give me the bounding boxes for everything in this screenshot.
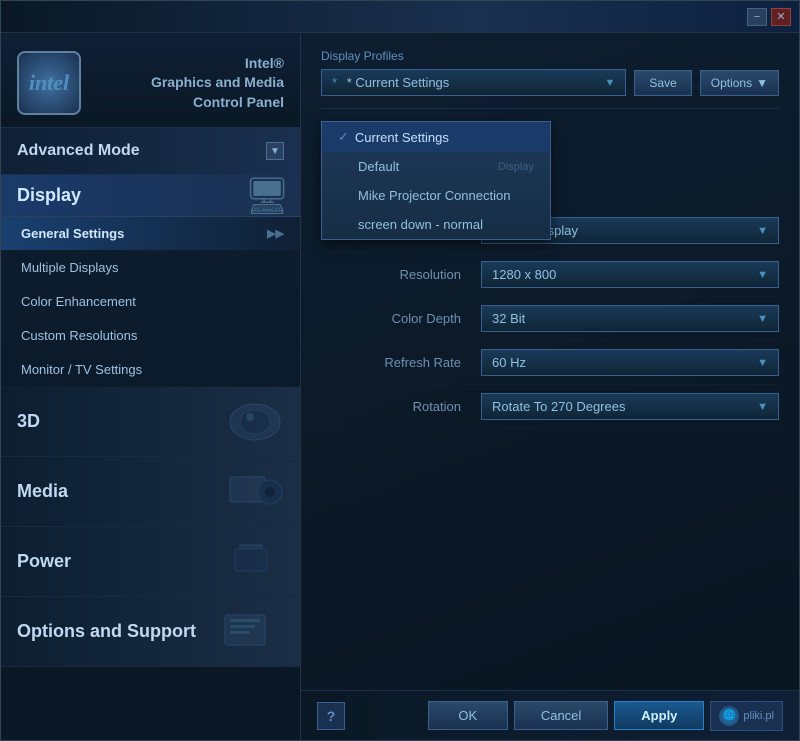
apply-button[interactable]: Apply [614, 701, 704, 730]
app-title-line3: Control Panel [95, 93, 284, 113]
setting-row-refresh: Refresh Rate 60 Hz ▼ [321, 341, 779, 385]
settings-divider [321, 108, 779, 109]
options-btn-label: Options [711, 76, 752, 90]
app-title-line2: Graphics and Media [95, 73, 284, 93]
sidebar-item-custom-resolutions[interactable]: Custom Resolutions [1, 319, 300, 353]
color-depth-arrow: ▼ [757, 313, 768, 325]
intel-logo: intel [17, 51, 81, 115]
sidebar-section-power[interactable]: Power [1, 527, 300, 597]
close-button[interactable]: ✕ [771, 8, 791, 26]
panel-content: Display Profiles * * Current Settings ▼ … [301, 33, 799, 690]
dropdown-item-mike[interactable]: Mike Projector Connection [322, 181, 550, 210]
setting-row-rotation: Rotation Rotate To 270 Degrees ▼ [321, 385, 779, 429]
rotation-arrow: ▼ [757, 401, 768, 413]
profiles-row: * * Current Settings ▼ Save Options ▼ [321, 69, 779, 96]
logo-area: intel Intel® Graphics and Media Control … [1, 33, 300, 128]
main-content: intel Intel® Graphics and Media Control … [1, 33, 799, 740]
right-panel: Display Profiles * * Current Settings ▼ … [301, 33, 799, 740]
profiles-section: Display Profiles * * Current Settings ▼ … [321, 49, 779, 96]
display-arrow: ▼ [757, 225, 768, 237]
refresh-label: Refresh Rate [321, 355, 481, 370]
options-label: Options and Support [17, 621, 196, 642]
profiles-dropdown[interactable]: * * Current Settings ▼ [321, 69, 626, 96]
rotation-value: Rotate To 270 Degrees [492, 399, 625, 414]
sidebar-section-options[interactable]: Options and Support [1, 597, 300, 667]
resolution-label: Resolution [321, 267, 481, 282]
cancel-button[interactable]: Cancel [514, 701, 608, 730]
save-profile-button[interactable]: Save [634, 70, 691, 96]
pliki-badge: 🌐 pliki.pl [710, 701, 783, 731]
setting-row-color-depth: Color Depth 32 Bit ▼ [321, 297, 779, 341]
color-depth-label: Color Depth [321, 311, 481, 326]
options-btn-arrow: ▼ [756, 76, 768, 90]
app-title: Intel® Graphics and Media Control Panel [95, 54, 284, 113]
sidebar-item-monitor-tv[interactable]: Monitor / TV Settings [1, 353, 300, 387]
profiles-current-value: * * Current Settings [332, 75, 449, 90]
title-bar-buttons: − ✕ [747, 8, 791, 26]
advanced-mode-selector[interactable]: Advanced Mode ▼ [1, 128, 300, 175]
refresh-value: 60 Hz [492, 355, 526, 370]
sidebar-item-color-enhancement[interactable]: Color Enhancement [1, 285, 300, 319]
bottom-bar: ? OK Cancel Apply 🌐 pliki.pl [301, 690, 799, 740]
advanced-mode-label: Advanced Mode [17, 142, 140, 160]
options-button[interactable]: Options ▼ [700, 70, 779, 96]
power-icon [200, 527, 300, 596]
app-title-line1: Intel® [95, 54, 284, 74]
advanced-mode-arrow: ▼ [266, 142, 284, 160]
pliki-globe-icon: 🌐 [719, 706, 739, 726]
color-depth-select[interactable]: 32 Bit ▼ [481, 305, 779, 332]
resolution-select[interactable]: 1280 x 800 ▼ [481, 261, 779, 288]
sidebar-section-3d[interactable]: 3D [1, 387, 300, 457]
sidebar: intel Intel® Graphics and Media Control … [1, 33, 301, 740]
options-icon [200, 597, 300, 666]
profiles-dropdown-menu: ✓ Current Settings Default Display Mike … [321, 121, 551, 240]
media-icon [200, 457, 300, 526]
star-icon: * [332, 75, 337, 90]
sidebar-item-multiple-displays[interactable]: Multiple Displays [1, 251, 300, 285]
display-monitor-icon: 🖥 [244, 175, 290, 217]
dropdown-item-screen[interactable]: screen down - normal [322, 210, 550, 239]
title-bar: − ✕ [1, 1, 799, 33]
display-section-label: Display [17, 185, 81, 206]
setting-row-resolution: Resolution 1280 x 800 ▼ [321, 253, 779, 297]
profiles-dropdown-arrow: ▼ [605, 77, 616, 89]
3d-icon [200, 387, 300, 456]
rotation-select[interactable]: Rotate To 270 Degrees ▼ [481, 393, 779, 420]
checkmark-icon: ✓ [338, 129, 349, 145]
color-depth-value: 32 Bit [492, 311, 525, 326]
refresh-select[interactable]: 60 Hz ▼ [481, 349, 779, 376]
sidebar-section-display[interactable]: Display 🖥 [1, 175, 300, 217]
main-window: − ✕ intel Intel® Graphics and Media Cont… [0, 0, 800, 741]
nav-arrow-general: ▶▶ [267, 227, 284, 240]
minimize-button[interactable]: − [747, 8, 767, 26]
dropdown-item-default[interactable]: Default Display [322, 152, 550, 181]
rotation-label: Rotation [321, 399, 481, 414]
3d-label: 3D [17, 411, 40, 432]
profiles-label: Display Profiles [321, 49, 779, 63]
media-label: Media [17, 481, 68, 502]
dropdown-item-current[interactable]: ✓ Current Settings [322, 122, 550, 152]
ok-button[interactable]: OK [428, 701, 508, 730]
refresh-arrow: ▼ [757, 357, 768, 369]
sidebar-item-general-settings[interactable]: General Settings ▶▶ [1, 217, 300, 251]
pliki-text: pliki.pl [743, 710, 774, 722]
resolution-arrow: ▼ [757, 269, 768, 281]
resolution-value: 1280 x 800 [492, 267, 556, 282]
power-label: Power [17, 551, 71, 572]
current-profile-text: * Current Settings [347, 75, 450, 90]
sidebar-section-media[interactable]: Media [1, 457, 300, 527]
help-button[interactable]: ? [317, 702, 345, 730]
